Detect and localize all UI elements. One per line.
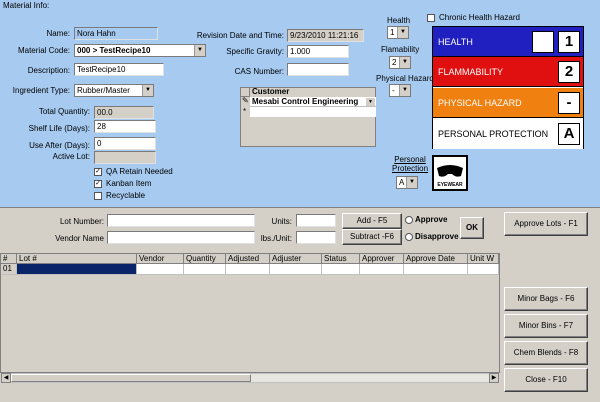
material-code-label: Material Code: bbox=[17, 46, 70, 55]
grid-cell-approver[interactable] bbox=[360, 264, 404, 275]
kanban-checkbox[interactable]: ✓ bbox=[94, 180, 102, 188]
add-button[interactable]: Add - F5 bbox=[342, 213, 402, 229]
grid-cell-adjuster[interactable] bbox=[270, 264, 322, 275]
kanban-label: Kanban Item bbox=[106, 179, 152, 188]
cas-number-input[interactable] bbox=[287, 63, 349, 76]
shelf-life-input[interactable]: 28 bbox=[94, 120, 156, 133]
grid-cell-vendor[interactable] bbox=[137, 264, 184, 275]
grid-cell-quantity[interactable] bbox=[184, 264, 226, 275]
grid-col-number: # bbox=[1, 254, 17, 264]
personal-protection-label: Personal Protection bbox=[392, 155, 429, 173]
description-input[interactable]: TestRecipe10 bbox=[74, 63, 164, 76]
chronic-hazard-checkbox[interactable] bbox=[427, 14, 435, 22]
chem-blends-button[interactable]: Chem Blends - F8 bbox=[504, 341, 588, 365]
close-button[interactable]: Close - F10 bbox=[504, 368, 588, 392]
ingredient-type-dropdown[interactable]: Rubber/Master ▼ bbox=[74, 84, 154, 97]
qa-retain-label: QA Retain Needed bbox=[106, 167, 173, 176]
flammability-label: Flamability bbox=[381, 45, 420, 54]
health-dropdown[interactable]: 1 ▼ bbox=[387, 26, 409, 39]
lot-number-input[interactable] bbox=[107, 214, 255, 227]
lot-number-label: Lot Number: bbox=[59, 217, 104, 226]
grid-col-approve-date: Approve Date bbox=[404, 254, 468, 264]
grid-cell-lot[interactable] bbox=[17, 264, 137, 275]
subtract-button[interactable]: Subtract -F6 bbox=[342, 229, 402, 245]
grid-col-status: Status bbox=[322, 254, 360, 264]
scroll-left-icon[interactable]: ◀ bbox=[1, 373, 11, 383]
grid-cell-approve-date[interactable] bbox=[404, 264, 468, 275]
active-lot-field bbox=[94, 151, 156, 164]
name-label: Name: bbox=[46, 29, 70, 38]
total-quantity-label: Total Quantity: bbox=[38, 107, 90, 116]
eyewear-icon: EYEWEAR bbox=[432, 155, 468, 191]
grid-col-quantity: Quantity bbox=[184, 254, 226, 264]
grid-col-adjuster: Adjuster bbox=[270, 254, 322, 264]
grid-col-lot: Lot # bbox=[17, 254, 137, 264]
chevron-down-icon[interactable]: ▼ bbox=[406, 177, 417, 188]
grid-cell-status[interactable] bbox=[322, 264, 360, 275]
hazard-health-row: HEALTH 1 bbox=[433, 27, 583, 57]
chevron-down-icon[interactable]: ▼ bbox=[142, 85, 153, 96]
revision-field: 9/23/2010 11:21:16 bbox=[287, 29, 364, 42]
customer-row-value: Mesabi Control Engineering bbox=[252, 97, 359, 106]
recyclable-checkbox[interactable] bbox=[94, 192, 102, 200]
personal-protection-dropdown[interactable]: A ▼ bbox=[396, 176, 418, 189]
chevron-down-icon[interactable]: ▼ bbox=[399, 85, 410, 96]
ingredient-type-label: Ingredient Type: bbox=[12, 86, 70, 95]
vendor-name-label: Vendor Name bbox=[55, 234, 104, 243]
grid-col-adjusted: Adjusted bbox=[226, 254, 270, 264]
specific-gravity-label: Specific Gravity: bbox=[226, 47, 284, 56]
name-field: Nora Hahn bbox=[74, 27, 158, 40]
units-label: Units: bbox=[271, 217, 292, 226]
chronic-hazard-label: Chronic Health Hazard bbox=[439, 13, 520, 22]
pencil-icon: ✎ bbox=[242, 96, 249, 105]
grid-col-vendor: Vendor bbox=[137, 254, 184, 264]
qa-retain-checkbox[interactable]: ✓ bbox=[94, 168, 102, 176]
chevron-down-icon[interactable]: ▼ bbox=[397, 27, 408, 38]
physical-hazard-label: Physical Hazard bbox=[376, 74, 434, 83]
grid-cell-unit-weight[interactable] bbox=[468, 264, 499, 275]
ok-button[interactable]: OK bbox=[460, 217, 484, 239]
grid-col-unit-weight: Unit W bbox=[468, 254, 499, 264]
minor-bins-button[interactable]: Minor Bins - F7 bbox=[504, 314, 588, 338]
shelf-life-label: Shelf Life (Days): bbox=[28, 124, 90, 133]
use-after-label: Use After (Days): bbox=[29, 141, 90, 150]
specific-gravity-input[interactable]: 1.000 bbox=[287, 45, 349, 58]
revision-label: Revision Date and Time: bbox=[196, 31, 284, 40]
chevron-down-icon[interactable]: ▼ bbox=[399, 57, 410, 68]
minor-bags-button[interactable]: Minor Bags - F6 bbox=[504, 287, 588, 311]
material-code-dropdown[interactable]: 000 > TestRecipe10 ▼ bbox=[74, 44, 206, 57]
approve-lots-button[interactable]: Approve Lots - F1 bbox=[504, 212, 588, 236]
vendor-name-input[interactable] bbox=[107, 231, 255, 244]
scrollbar-thumb[interactable] bbox=[11, 374, 251, 382]
grid-cell-adjusted[interactable] bbox=[226, 264, 270, 275]
customer-header: Customer bbox=[252, 87, 290, 96]
total-quantity-field: 00.0 bbox=[94, 106, 154, 119]
approve-radio[interactable] bbox=[405, 216, 413, 224]
grid-col-approver: Approver bbox=[360, 254, 404, 264]
physical-hazard-dropdown[interactable]: - ▼ bbox=[389, 84, 411, 97]
disapprove-label: Disapprove bbox=[415, 232, 459, 241]
section-title: Material Info: bbox=[3, 1, 50, 10]
lbs-unit-input[interactable] bbox=[296, 231, 336, 244]
scroll-right-icon[interactable]: ▶ bbox=[489, 373, 499, 383]
new-row-icon: * bbox=[243, 107, 247, 116]
use-after-input[interactable]: 0 bbox=[94, 137, 156, 150]
hazard-protection-row: PERSONAL PROTECTION A bbox=[433, 119, 583, 149]
active-lot-label: Active Lot: bbox=[52, 152, 90, 161]
lbs-unit-label: lbs./Unit: bbox=[260, 234, 292, 243]
flammability-dropdown[interactable]: 2 ▼ bbox=[389, 56, 411, 69]
approve-label: Approve bbox=[415, 215, 448, 224]
cas-number-label: CAS Number: bbox=[234, 67, 284, 76]
grid-row-number: 01 bbox=[1, 264, 17, 275]
customer-new-row[interactable] bbox=[250, 107, 376, 117]
hazard-flammability-row: FLAMMABILITY 2 bbox=[433, 57, 583, 87]
description-label: Description: bbox=[27, 66, 70, 75]
disapprove-radio[interactable] bbox=[405, 233, 413, 241]
units-input[interactable] bbox=[296, 214, 336, 227]
hazard-physical-row: PHYSICAL HAZARD - bbox=[433, 88, 583, 118]
health-label: Health bbox=[387, 16, 411, 25]
chevron-down-icon[interactable]: ▼ bbox=[366, 98, 375, 106]
recyclable-label: Recyclable bbox=[106, 191, 146, 200]
